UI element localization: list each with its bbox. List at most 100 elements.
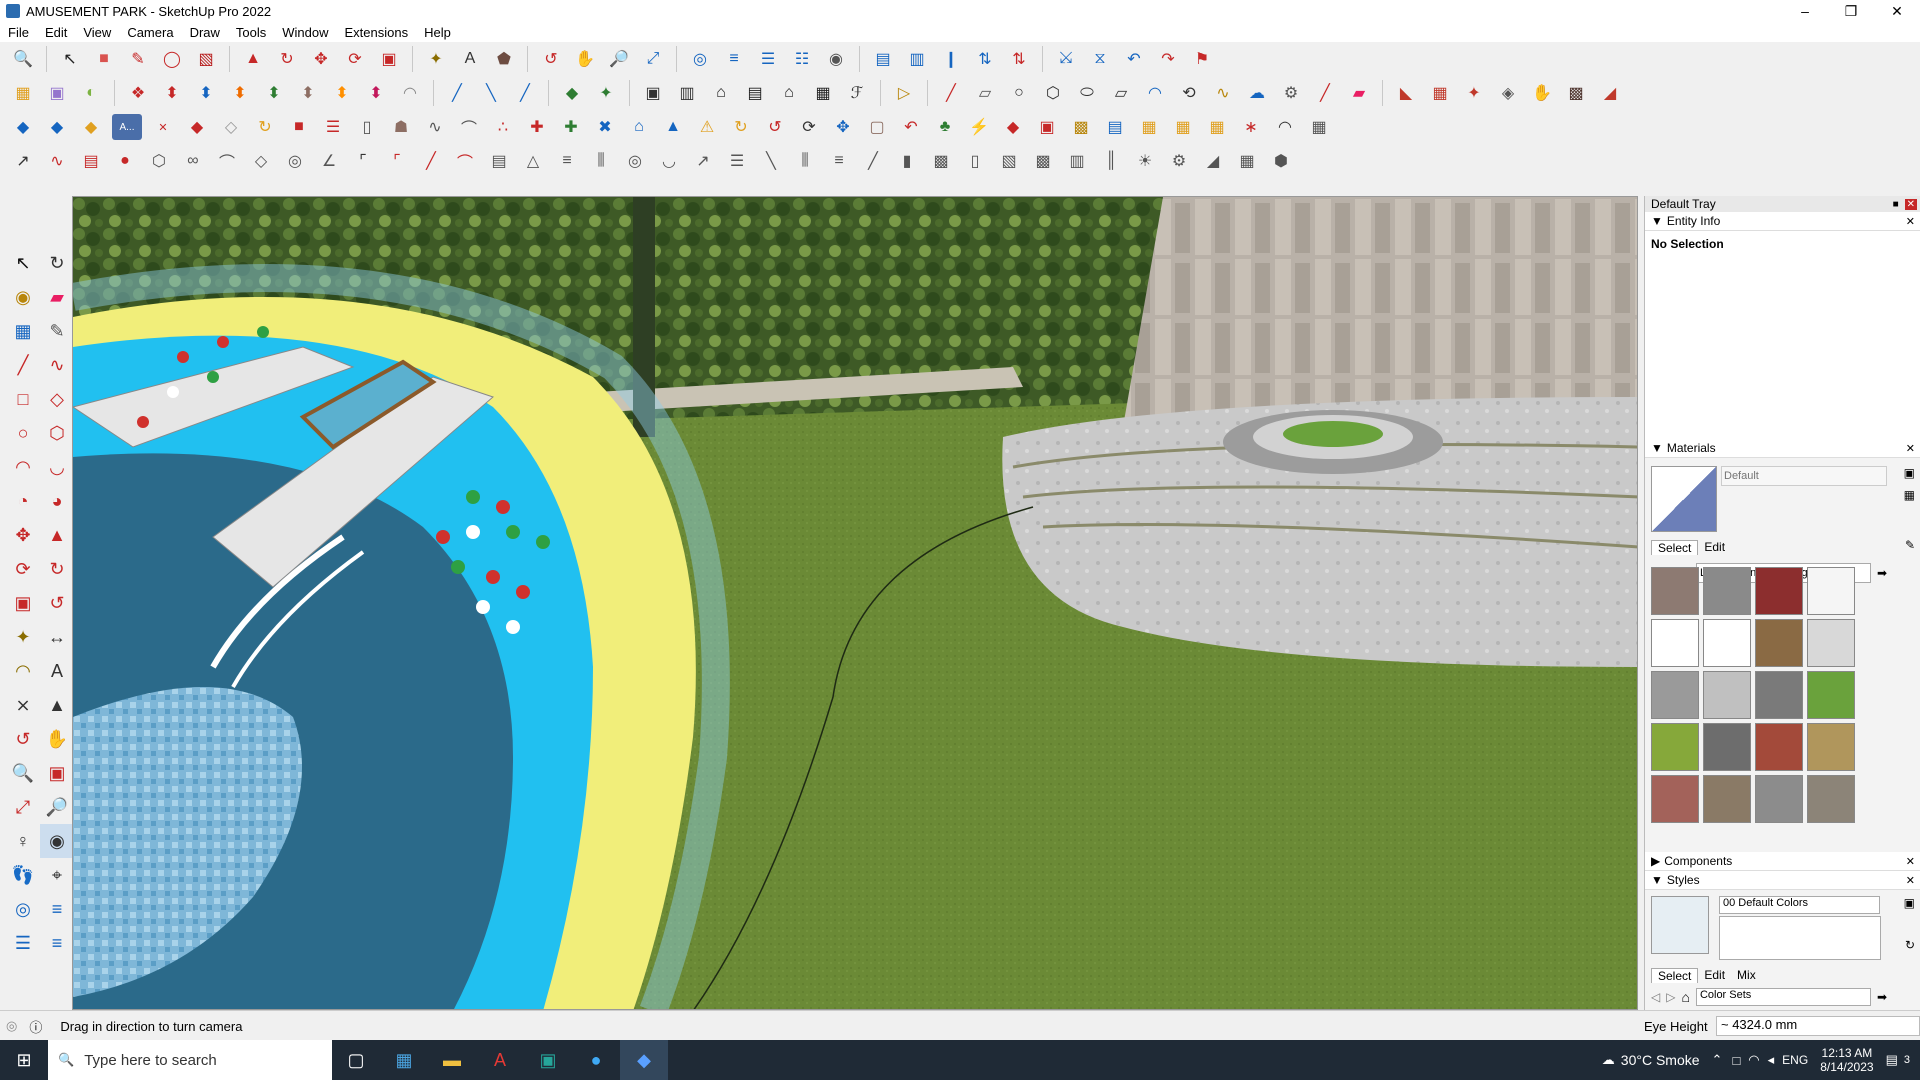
- material-swatch[interactable]: [1651, 619, 1699, 667]
- garage-icon[interactable]: ▦: [810, 80, 836, 106]
- menu-tools[interactable]: Tools: [228, 25, 274, 40]
- bend-icon[interactable]: ↻: [728, 114, 754, 140]
- tab-select[interactable]: Select: [1651, 968, 1699, 983]
- bezier-icon[interactable]: ∿: [44, 148, 70, 174]
- section-plane-tool-icon[interactable]: ⌖: [40, 858, 74, 892]
- bucket-icon[interactable]: ▢: [864, 114, 890, 140]
- door-icon[interactable]: ╱: [512, 80, 538, 106]
- hatch-icon[interactable]: ▧: [996, 148, 1022, 174]
- label-icon[interactable]: ℱ: [844, 80, 870, 106]
- forward-icon[interactable]: ▷: [1666, 990, 1675, 1004]
- zoom-icon[interactable]: 🔍: [10, 46, 36, 72]
- drape-icon[interactable]: ◆: [184, 114, 210, 140]
- arrow-blue-icon[interactable]: ⬍: [193, 80, 219, 106]
- globe-icon[interactable]: ◎: [282, 148, 308, 174]
- line-red-icon[interactable]: ╱: [1312, 80, 1338, 106]
- menu-extensions[interactable]: Extensions: [337, 25, 417, 40]
- eraser-tool-icon[interactable]: ▰: [40, 280, 74, 314]
- zoom-extents-tool-icon[interactable]: ⤢: [6, 790, 40, 824]
- tile-icon[interactable]: ▦: [1136, 114, 1162, 140]
- details-icon[interactable]: ➡: [1877, 566, 1887, 580]
- tape-tool-icon[interactable]: ✦: [6, 620, 40, 654]
- taskbar-search[interactable]: 🔍 Type here to search: [48, 1040, 332, 1080]
- section-fill-icon[interactable]: ≡: [40, 892, 74, 926]
- shape-ellipse-icon[interactable]: ⬭: [1074, 80, 1100, 106]
- wedge-icon[interactable]: ◢: [1200, 148, 1226, 174]
- move-blue-icon[interactable]: ✥: [830, 114, 856, 140]
- material-swatch[interactable]: [1703, 723, 1751, 771]
- arc2-tool-icon[interactable]: ◡: [40, 450, 74, 484]
- text-icon[interactable]: A: [457, 46, 483, 72]
- shape-circle-icon[interactable]: ○: [1006, 80, 1032, 106]
- language-indicator[interactable]: ENG: [1782, 1053, 1808, 1067]
- arrow-up-icon[interactable]: ⇅: [972, 46, 998, 72]
- menu-draw[interactable]: Draw: [182, 25, 228, 40]
- create-material-icon[interactable]: ▣: [1904, 466, 1915, 480]
- material-swatch[interactable]: [1703, 619, 1751, 667]
- wall-icon[interactable]: ╱: [444, 80, 470, 106]
- twist-icon[interactable]: ↺: [762, 114, 788, 140]
- close-icon[interactable]: ✕: [1906, 215, 1915, 228]
- acrobat-icon[interactable]: A: [476, 1040, 524, 1080]
- material-swatch[interactable]: [1755, 567, 1803, 615]
- calculator-icon[interactable]: ▦: [380, 1040, 428, 1080]
- rotated-rect-tool-icon[interactable]: ◇: [40, 382, 74, 416]
- roof-icon[interactable]: ✦: [593, 80, 619, 106]
- close-icon[interactable]: ✕: [1874, 0, 1920, 22]
- freehand-tool-icon[interactable]: ∿: [40, 348, 74, 382]
- lasso-icon[interactable]: ◯: [159, 46, 185, 72]
- smoove-icon[interactable]: ◇: [218, 114, 244, 140]
- wifi-icon[interactable]: ◠: [1748, 1052, 1759, 1068]
- menu-help[interactable]: Help: [416, 25, 459, 40]
- sample-icon[interactable]: ▦: [1904, 488, 1915, 502]
- material-swatch[interactable]: [1651, 671, 1699, 719]
- app-icon[interactable]: ▣: [524, 1040, 572, 1080]
- geo-icon[interactable]: ◉: [823, 46, 849, 72]
- close-icon[interactable]: ✕: [1904, 198, 1917, 210]
- house-icon[interactable]: ⌂: [708, 80, 734, 106]
- line-red2-icon[interactable]: ╱: [418, 148, 444, 174]
- orbit-tool-icon[interactable]: ↻: [40, 246, 74, 280]
- pattern-icon[interactable]: ▩: [1068, 114, 1094, 140]
- task-view-icon[interactable]: ▢: [332, 1040, 380, 1080]
- lines-icon[interactable]: ║: [1098, 148, 1124, 174]
- move-icon[interactable]: ✥: [308, 46, 334, 72]
- hex-icon[interactable]: ⬡: [146, 148, 172, 174]
- polyhedron-icon[interactable]: ⬢: [1268, 148, 1294, 174]
- position-camera-tool-icon[interactable]: ♀: [6, 824, 40, 858]
- scale-icon[interactable]: ▣: [376, 46, 402, 72]
- shape-arc-icon[interactable]: ◠: [1142, 80, 1168, 106]
- hand-icon[interactable]: ✋: [1529, 80, 1555, 106]
- paint-icon[interactable]: ▧: [193, 46, 219, 72]
- mirror-icon[interactable]: ⧖: [1087, 46, 1113, 72]
- cut-pie-icon[interactable]: ◣: [1393, 80, 1419, 106]
- link-icon[interactable]: ∞: [180, 148, 206, 174]
- material-swatch[interactable]: [1651, 775, 1699, 823]
- prism-icon[interactable]: ◇: [248, 148, 274, 174]
- move-tool-icon[interactable]: ✥: [6, 518, 40, 552]
- bolt-icon[interactable]: ⚡: [966, 114, 992, 140]
- tower-icon[interactable]: ▲: [660, 114, 686, 140]
- rotate-icon[interactable]: ⟳: [342, 46, 368, 72]
- arc3-tool-icon[interactable]: ◔: [6, 484, 40, 518]
- volume-icon[interactable]: ◂: [1768, 1052, 1775, 1068]
- beam-icon[interactable]: ╱: [860, 148, 886, 174]
- terrain-icon[interactable]: ◆: [44, 114, 70, 140]
- style-name-field[interactable]: 00 Default Colors: [1719, 896, 1880, 914]
- pipe-icon[interactable]: ⌒: [214, 148, 240, 174]
- close-icon[interactable]: ✕: [1906, 874, 1915, 887]
- file-explorer-icon[interactable]: ▬: [428, 1040, 476, 1080]
- cross-blue-icon[interactable]: ✖: [592, 114, 618, 140]
- circle-tool-icon[interactable]: ○: [6, 416, 40, 450]
- sketchup-taskbar-icon[interactable]: ◆: [620, 1040, 668, 1080]
- info-icon[interactable]: ⓘ: [29, 1017, 42, 1036]
- tab-select[interactable]: Select: [1651, 540, 1699, 555]
- grid-round-icon[interactable]: ◎: [622, 148, 648, 174]
- arrow-green-icon[interactable]: ⬍: [261, 80, 287, 106]
- minimize-icon[interactable]: –: [1782, 0, 1828, 22]
- swirl-icon[interactable]: ⟳: [796, 114, 822, 140]
- arrow-orange-icon[interactable]: ⬍: [227, 80, 253, 106]
- material-swatch[interactable]: [1755, 775, 1803, 823]
- styles-header[interactable]: ▼ Styles ✕: [1645, 871, 1920, 890]
- shape-curve-icon[interactable]: ∿: [1210, 80, 1236, 106]
